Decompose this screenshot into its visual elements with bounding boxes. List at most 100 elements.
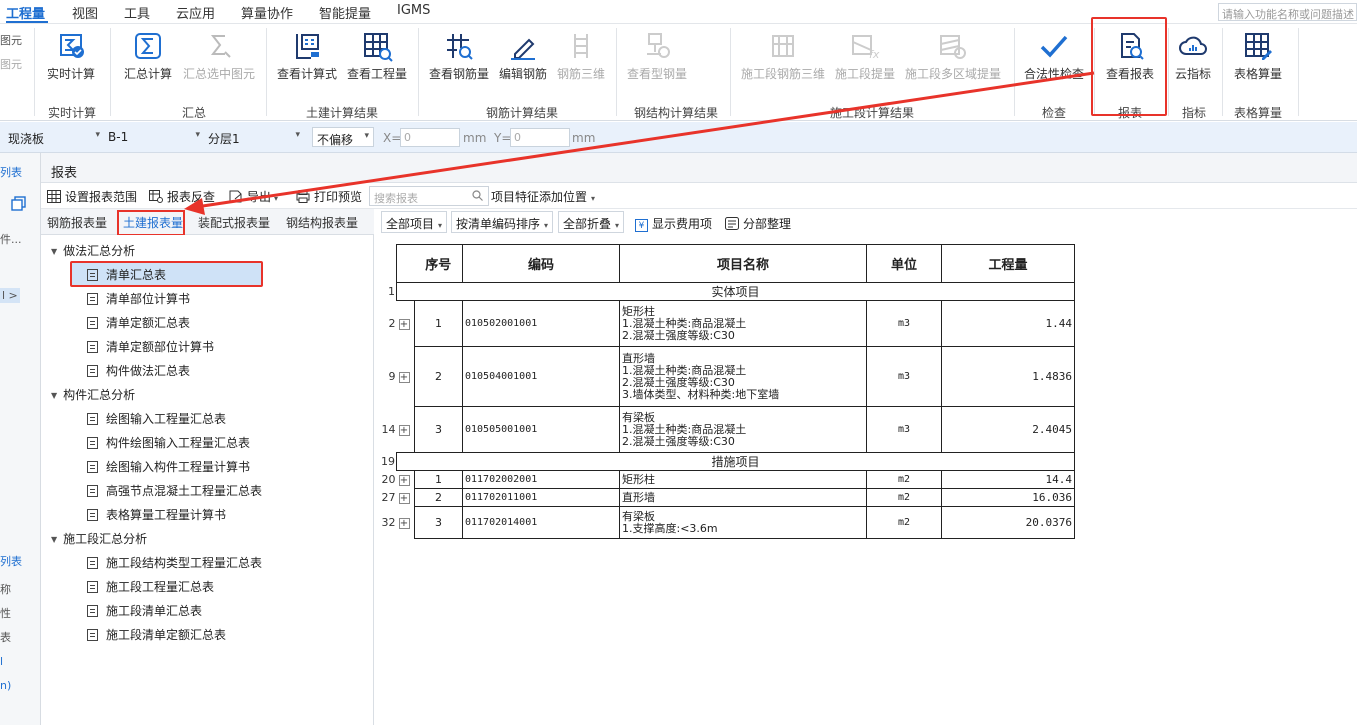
report-panel: 报表 设置报表范围 报表反查 导出 ▾ 打印预览 搜索报表 项目特征添加位置 ▾ 钢… (41, 153, 1357, 725)
tab-steel-report[interactable]: 钢结构报表量 (286, 214, 358, 231)
menu-igms[interactable]: IGMS (397, 3, 430, 18)
export-button[interactable]: 导出 ▾ (229, 188, 278, 205)
stage-extract-button[interactable]: fx 施工段提量 (834, 30, 896, 82)
all-items-select[interactable]: 全部项目 ▾ (381, 211, 448, 233)
check-icon (1040, 35, 1068, 58)
tree-group[interactable]: ▼ 施工段汇总分析 (51, 530, 147, 547)
x-input[interactable]: 0 (400, 128, 460, 147)
realtime-calc-button[interactable]: 实时计算 (44, 30, 98, 82)
document-icon (87, 437, 98, 449)
stage-multi-area-button[interactable]: 施工段多区域提量 (904, 30, 1002, 82)
tree-item[interactable]: 清单部位计算书 (87, 290, 190, 307)
tree-item[interactable]: 高强节点混凝土工程量汇总表 (87, 482, 262, 499)
collapse-icon[interactable]: ▼ (51, 247, 57, 256)
group-label: 检查 (1042, 106, 1067, 120)
tree-item[interactable]: 施工段清单汇总表 (87, 602, 202, 619)
stage-rebar-3d-button[interactable]: 施工段钢筋三维 (740, 30, 826, 82)
table-row[interactable]: 14 + 3 010505001001 有梁板 1.混凝土种类:商品混凝土 2.混凝… (381, 406, 1075, 453)
function-search-input[interactable]: 请输入功能名称或问题描述 (1218, 3, 1357, 21)
view-quantity-button[interactable]: 查看工程量 (346, 30, 408, 82)
group-label: 钢筋计算结果 (486, 106, 559, 120)
sort-select[interactable]: 按清单编码排序 ▾ (451, 211, 554, 233)
tab-rebar-report[interactable]: 钢筋报表量 (47, 214, 107, 231)
copy-icon[interactable] (11, 196, 26, 211)
collapse-icon[interactable]: ▼ (51, 535, 57, 544)
realtime-calc-icon (60, 34, 84, 58)
reverse-lookup-button[interactable]: 报表反查 (149, 188, 215, 205)
view-steel-button[interactable]: 查看型钢量 (626, 30, 688, 82)
row-number: 1 (388, 285, 395, 298)
offset-select[interactable]: 不偏移 ▾ (312, 127, 374, 147)
cloud-index-button[interactable]: 云指标 (1170, 30, 1216, 82)
menu-tools[interactable]: 工具 (124, 3, 150, 22)
expand-plus-icon[interactable]: + (398, 424, 410, 436)
sum-calc-button[interactable]: 汇总计算 (122, 30, 174, 82)
row-number: 9 (388, 370, 396, 383)
tree-item[interactable]: 绘图输入构件工程量计算书 (87, 458, 250, 475)
tree-group[interactable]: ▼ 做法汇总分析 (51, 242, 135, 259)
tree-group[interactable]: ▼ 构件汇总分析 (51, 386, 135, 403)
tree-item[interactable]: 清单定额汇总表 (87, 314, 190, 331)
document-icon (87, 629, 98, 641)
tree-item[interactable]: 构件做法汇总表 (87, 362, 190, 379)
tree-item[interactable]: 清单定额部位计算书 (87, 338, 214, 355)
view-formula-icon (296, 34, 319, 59)
document-icon (87, 581, 98, 593)
table-row[interactable]: 2 + 1 010502001001 矩形柱 1.混凝土种类:商品混凝土 2.混凝土… (381, 300, 1075, 347)
collapse-icon[interactable]: ▼ (51, 391, 57, 400)
check-button[interactable]: 合法性检查 (1022, 30, 1086, 82)
menu-collab[interactable]: 算量协作 (241, 3, 293, 22)
section-label: 实体项目 (396, 282, 1075, 301)
menu-cloud[interactable]: 云应用 (176, 3, 215, 22)
menu-smart-extract[interactable]: 智能提量 (319, 3, 371, 22)
fold-select[interactable]: 全部折叠 ▾ (558, 211, 625, 233)
y-input[interactable]: 0 (510, 128, 570, 147)
feature-position-dropdown[interactable]: 项目特征添加位置 ▾ (491, 188, 595, 205)
expand-plus-icon[interactable]: + (398, 475, 410, 487)
table-row[interactable]: 20 + 1 011702002001 矩形柱 m2 14.4 (381, 470, 1075, 489)
table-row[interactable]: 9 + 2 010504001001 直形墙 1.混凝土种类:商品混凝土 2.混凝土… (381, 346, 1075, 407)
expand-plus-icon[interactable]: + (398, 518, 410, 529)
menu-view[interactable]: 视图 (72, 3, 98, 22)
property-bar: 现浇板 ▾ B-1 ▾ 分层1 ▾ 不偏移 ▾ X= 0 mm Y= 0 mm (0, 122, 1357, 153)
expand-cell: + (396, 488, 415, 507)
table-calc-button[interactable]: 表格算量 (1230, 30, 1286, 82)
print-preview-button[interactable]: 打印预览 (296, 188, 362, 205)
menu-active-underline (6, 21, 48, 23)
view-formula-button[interactable]: 查看计算式 (276, 30, 338, 82)
expand-plus-icon[interactable]: + (398, 372, 410, 383)
tree-item[interactable]: 施工段工程量汇总表 (87, 578, 214, 595)
strip-tab[interactable]: 列表 (0, 553, 22, 569)
strip-text: n) (0, 679, 12, 692)
rebar-3d-button[interactable]: 钢筋三维 (555, 30, 607, 82)
tree-item[interactable]: 绘图输入工程量汇总表 (87, 410, 226, 427)
ribbon-left-stub: 图元 (0, 34, 22, 47)
strip-tab[interactable]: 列表 (0, 164, 22, 180)
tree-item[interactable]: 施工段清单定额汇总表 (87, 626, 226, 643)
tab-highlight-box (117, 210, 185, 236)
table-row[interactable]: 27 + 2 011702011001 直形墙 m2 16.036 (381, 488, 1075, 507)
tree-item[interactable]: 表格算量工程量计算书 (87, 506, 226, 523)
tree-item[interactable]: 施工段结构类型工程量汇总表 (87, 554, 262, 571)
set-range-button[interactable]: 设置报表范围 (47, 188, 137, 205)
expand-plus-icon[interactable]: + (398, 319, 410, 331)
menu-quantity[interactable]: 工程量 (6, 3, 45, 22)
report-search-input[interactable]: 搜索报表 (369, 186, 489, 206)
component-type-select[interactable]: 现浇板 ▾ (4, 127, 104, 147)
component-name-select[interactable]: B-1 ▾ (104, 127, 204, 147)
strip-expand-button[interactable]: l > (0, 288, 20, 303)
report-tabs: 钢筋报表量 土建报表量 装配式报表量 钢结构报表量 (41, 209, 374, 236)
search-icon[interactable] (472, 190, 483, 201)
expand-plus-icon[interactable]: + (398, 493, 410, 504)
edit-rebar-button[interactable]: 编辑钢筋 (497, 30, 549, 82)
view-rebar-button[interactable]: 查看钢筋量 (428, 30, 490, 82)
tree-item[interactable]: 构件绘图输入工程量汇总表 (87, 434, 250, 451)
group-separator (1168, 28, 1169, 116)
table-row[interactable]: 32 + 3 011702014001 有梁板 1.支撑高度:<3.6m m2 2… (381, 506, 1075, 539)
sum-selected-button[interactable]: 汇总选中图元 (180, 30, 258, 82)
tab-prefab-report[interactable]: 装配式报表量 (198, 214, 270, 231)
sub-arrange-button[interactable]: 分部整理 (725, 215, 791, 232)
layer-select[interactable]: 分层1 ▾ (204, 127, 304, 147)
show-fee-button[interactable]: ¥ 显示费用项 (635, 215, 712, 232)
group-separator (1298, 28, 1299, 116)
